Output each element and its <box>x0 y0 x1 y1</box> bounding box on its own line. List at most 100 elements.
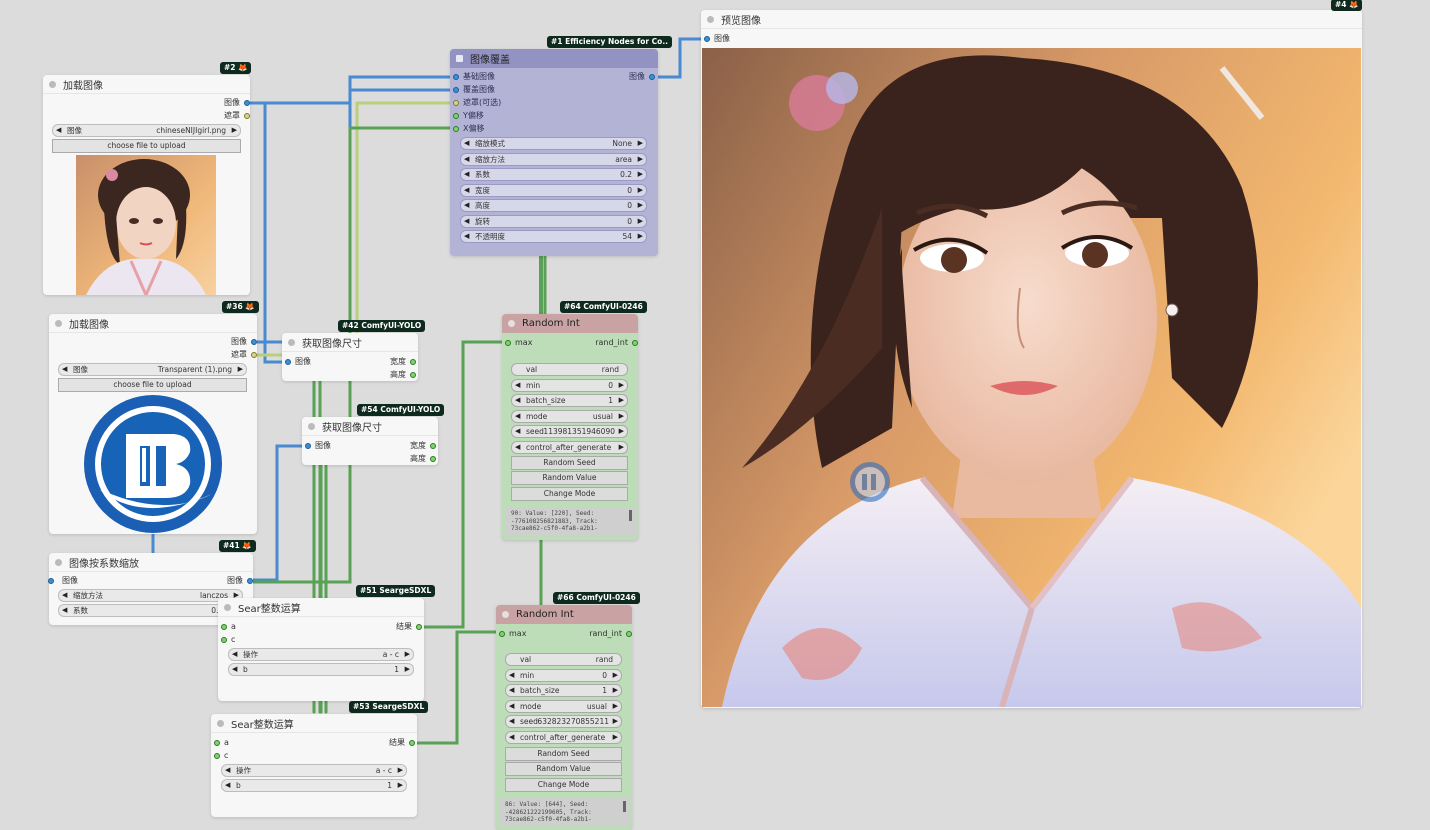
port-dot-icon[interactable] <box>244 100 250 106</box>
min-widget[interactable]: ◀ min 0 ▶ <box>511 379 628 392</box>
arrow-left-icon[interactable]: ◀ <box>515 411 520 422</box>
arrow-left-icon[interactable]: ◀ <box>509 685 514 696</box>
arrow-left-icon[interactable]: ◀ <box>509 670 514 681</box>
scrollbar[interactable] <box>629 510 632 521</box>
output-mask-port[interactable]: 遮罩 <box>231 349 257 361</box>
port-dot-icon[interactable] <box>247 578 253 584</box>
node-header[interactable]: 加载图像 <box>49 314 257 333</box>
arrow-right-icon[interactable]: ▶ <box>619 395 624 406</box>
output-height-port[interactable]: 高度 <box>410 453 436 465</box>
port-dot-icon[interactable] <box>251 352 257 358</box>
input-overlay-image-port[interactable]: 覆盖图像 <box>453 84 495 96</box>
node-header[interactable]: Sear整数运算 <box>218 598 424 617</box>
arrow-left-icon[interactable]: ◀ <box>515 395 520 406</box>
arrow-left-icon[interactable]: ◀ <box>225 765 230 776</box>
input-c-port[interactable]: c <box>221 634 235 646</box>
arrow-left-icon[interactable]: ◀ <box>464 231 469 242</box>
node-load-image-2[interactable]: 加载图像 图像 遮罩 ◀ 图像 chineseNIJIgirl.png ▶ choos… <box>43 75 250 295</box>
mode-widget[interactable]: ◀ mode usual ▶ <box>511 410 628 423</box>
arrow-left-icon[interactable]: ◀ <box>515 380 520 391</box>
arrow-right-icon[interactable]: ▶ <box>398 765 403 776</box>
collapse-dot-icon[interactable] <box>224 603 231 611</box>
arrow-left-icon[interactable]: ◀ <box>464 138 469 149</box>
resize-mode-widget[interactable]: ◀ 缩放模式 None ▶ <box>460 137 647 150</box>
input-image-port[interactable]: 图像 <box>305 440 331 452</box>
collapse-dot-icon[interactable] <box>456 55 463 62</box>
output-width-port[interactable]: 宽度 <box>410 440 436 452</box>
port-dot-icon[interactable] <box>214 740 220 746</box>
collapse-dot-icon[interactable] <box>308 422 315 430</box>
collapse-dot-icon[interactable] <box>217 719 224 727</box>
arrow-right-icon[interactable]: ▶ <box>619 411 624 422</box>
min-widget[interactable]: ◀ min 0 ▶ <box>505 669 622 682</box>
random-seed-button[interactable]: Random Seed <box>505 747 622 761</box>
operation-widget[interactable]: ◀ 操作 a - c ▶ <box>228 648 414 661</box>
collapse-dot-icon[interactable] <box>55 319 62 327</box>
output-image-port[interactable]: 图像 <box>224 97 250 109</box>
output-result-port[interactable]: 结果 <box>396 621 422 633</box>
arrow-left-icon[interactable]: ◀ <box>515 442 520 453</box>
port-dot-icon[interactable] <box>285 359 291 365</box>
arrow-right-icon[interactable]: ▶ <box>613 732 618 743</box>
output-log[interactable]: 86: Value: [644], Seed: -428621222199605… <box>499 798 629 826</box>
output-image-port[interactable]: 图像 <box>629 71 655 83</box>
change-mode-button[interactable]: Change Mode <box>511 487 628 501</box>
node-header[interactable]: 预览图像 <box>701 10 1362 29</box>
port-dot-icon[interactable] <box>221 624 227 630</box>
collapse-dot-icon[interactable] <box>55 558 62 566</box>
arrow-left-icon[interactable]: ◀ <box>509 716 514 727</box>
operation-widget[interactable]: ◀ 操作 a - c ▶ <box>221 764 407 777</box>
port-dot-icon[interactable] <box>305 443 311 449</box>
change-mode-button[interactable]: Change Mode <box>505 778 622 792</box>
node-header[interactable]: Random Int <box>502 314 638 333</box>
input-a-port[interactable]: a <box>214 737 229 749</box>
node-get-image-size-42[interactable]: 获取图像尺寸 图像 宽度 高度 <box>282 333 418 381</box>
arrow-right-icon[interactable]: ▶ <box>238 364 243 375</box>
port-dot-icon[interactable] <box>453 113 459 119</box>
port-dot-icon[interactable] <box>416 624 422 630</box>
port-dot-icon[interactable] <box>409 740 415 746</box>
node-header[interactable]: 获取图像尺寸 <box>302 417 438 436</box>
arrow-left-icon[interactable]: ◀ <box>515 426 520 437</box>
output-rand-int-port[interactable]: rand_int <box>589 628 632 640</box>
arrow-right-icon[interactable]: ▶ <box>638 154 643 165</box>
arrow-right-icon[interactable]: ▶ <box>613 685 618 696</box>
arrow-left-icon[interactable]: ◀ <box>464 169 469 180</box>
height-widget[interactable]: ◀ 高度 0 ▶ <box>460 199 647 212</box>
output-mask-port[interactable]: 遮罩 <box>224 110 250 122</box>
arrow-right-icon[interactable]: ▶ <box>613 716 618 727</box>
port-dot-icon[interactable] <box>453 74 459 80</box>
choose-file-button[interactable]: choose file to upload <box>58 378 247 392</box>
output-log[interactable]: 90: Value: [220], Seed: -776108256821883… <box>505 507 635 535</box>
port-dot-icon[interactable] <box>48 578 54 584</box>
control-after-generate-widget[interactable]: ◀ control_after_generate ▶ <box>505 731 622 744</box>
node-header[interactable]: Random Int <box>496 605 632 624</box>
arrow-left-icon[interactable]: ◀ <box>62 605 67 616</box>
arrow-right-icon[interactable]: ▶ <box>232 125 237 136</box>
scrollbar[interactable] <box>623 801 626 812</box>
port-dot-icon[interactable] <box>453 87 459 93</box>
collapse-dot-icon[interactable] <box>49 80 56 88</box>
arrow-left-icon[interactable]: ◀ <box>56 125 61 136</box>
factor-widget[interactable]: ◀ 系数 0.2 ▶ <box>460 168 647 181</box>
port-dot-icon[interactable] <box>632 340 638 346</box>
node-header[interactable]: 图像覆盖 <box>450 49 658 68</box>
collapse-dot-icon[interactable] <box>508 320 515 327</box>
scale-factor-widget[interactable]: ◀系数0.20▶ <box>58 604 243 617</box>
input-image-port[interactable]: 图像 <box>704 33 730 45</box>
node-header[interactable]: 加载图像 <box>43 75 250 94</box>
input-y-offset-port[interactable]: Y偏移 <box>453 110 484 122</box>
arrow-right-icon[interactable]: ▶ <box>638 216 643 227</box>
node-random-int-64[interactable]: Random Int max rand_int val rand ◀ min 0 ▶ ◀… <box>502 314 638 540</box>
port-dot-icon[interactable] <box>244 113 250 119</box>
opacity-widget[interactable]: ◀ 不透明度 54 ▶ <box>460 230 647 243</box>
val-widget[interactable]: val rand <box>505 653 622 666</box>
node-header[interactable]: 图像按系数缩放 <box>49 553 253 572</box>
rotation-widget[interactable]: ◀ 旋转 0 ▶ <box>460 215 647 228</box>
port-dot-icon[interactable] <box>649 74 655 80</box>
port-dot-icon[interactable] <box>704 36 710 42</box>
port-dot-icon[interactable] <box>430 456 436 462</box>
control-after-generate-widget[interactable]: ◀ control_after_generate ▶ <box>511 441 628 454</box>
input-mask-port[interactable]: 遮罩(可选) <box>453 97 501 109</box>
arrow-right-icon[interactable]: ▶ <box>638 231 643 242</box>
